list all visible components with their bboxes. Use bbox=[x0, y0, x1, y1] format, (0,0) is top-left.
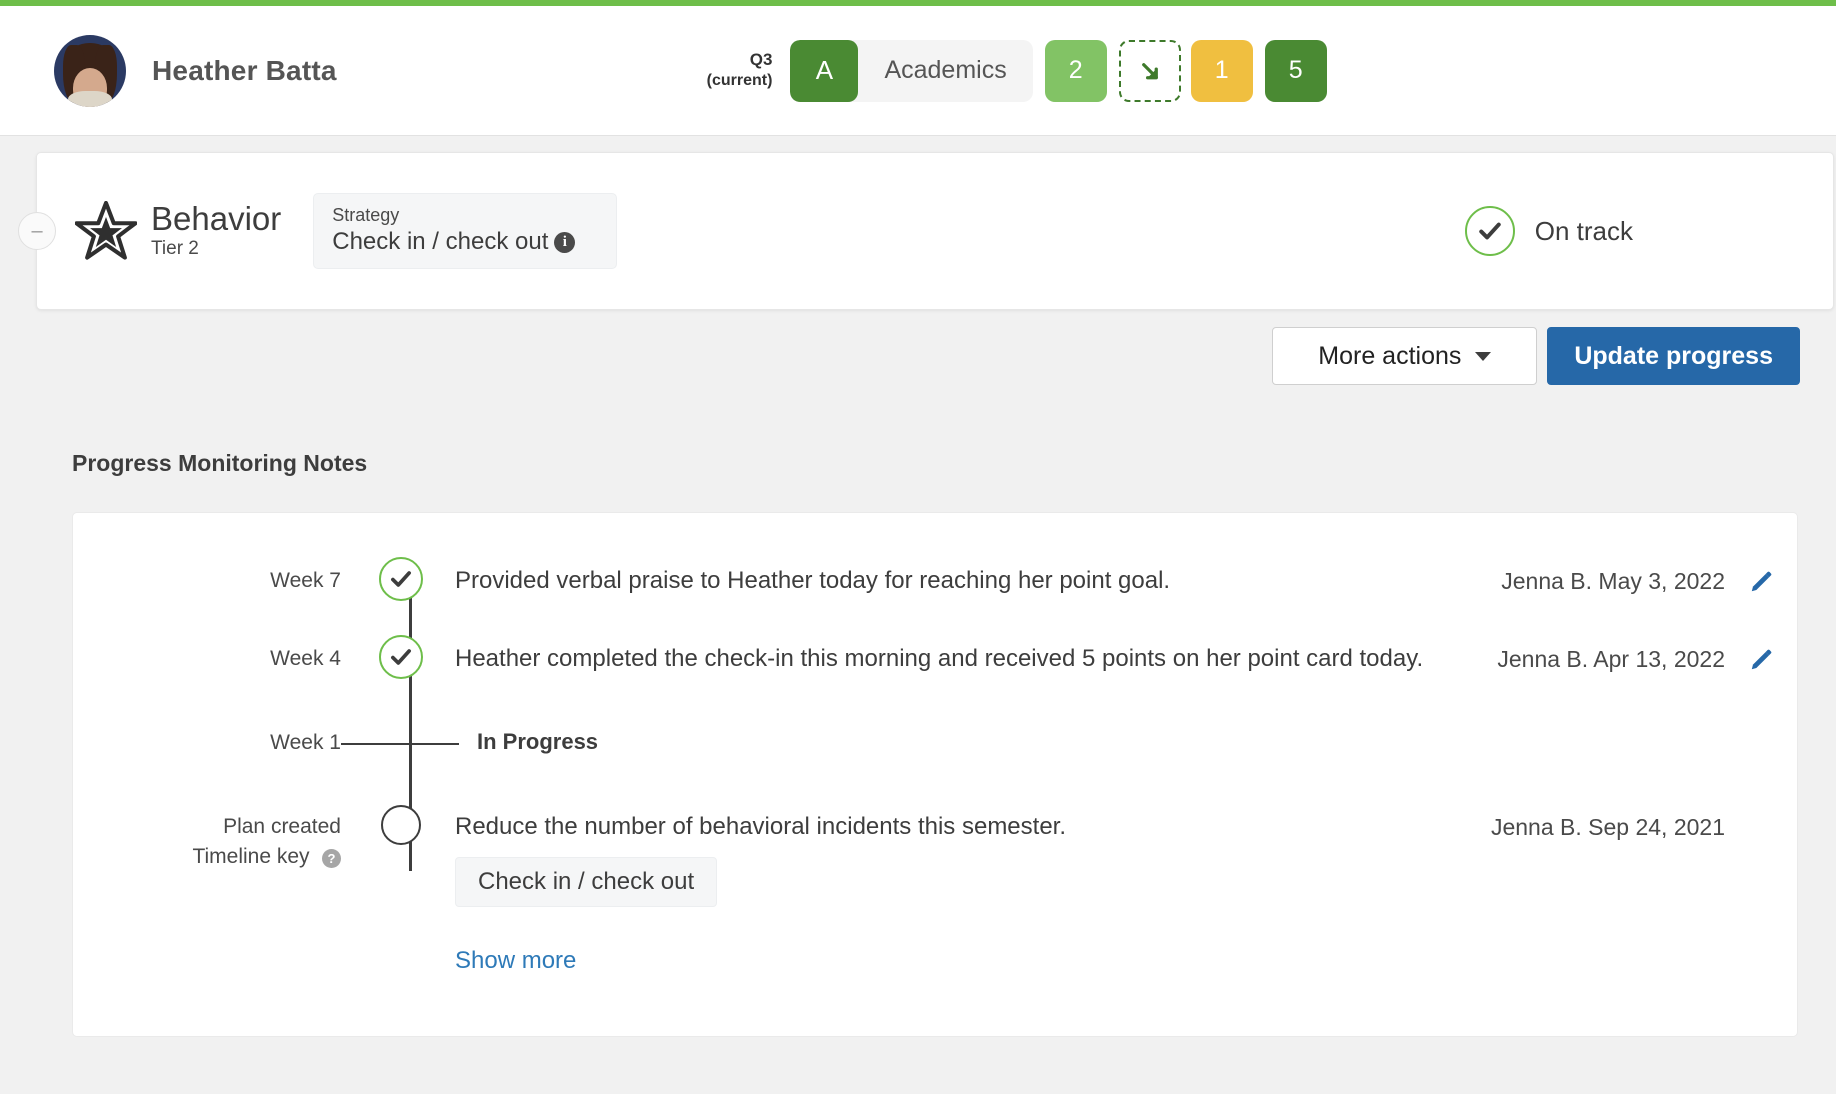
edit-note-button[interactable] bbox=[1725, 643, 1797, 673]
subject-name: Academics bbox=[884, 56, 1007, 84]
behavior-card-heading: Behavior Tier 2 Strategy Check in / chec… bbox=[75, 192, 618, 270]
timeline-note-text: Heather completed the check-in this morn… bbox=[455, 645, 1424, 672]
node-tick-mark bbox=[341, 727, 459, 761]
strategy-box[interactable]: Strategy Check in / check out i bbox=[313, 192, 618, 270]
student-name: Heather Batta bbox=[152, 54, 337, 86]
quarter-summary: Q3 (current) A Academics 2 1 5 bbox=[707, 39, 1327, 102]
summary-tile-behavior-count[interactable]: 2 bbox=[1044, 39, 1107, 102]
behavior-title-group: Behavior Tier 2 bbox=[151, 199, 282, 261]
progress-notes-card: Week 7 Provided verbal praise to Heather… bbox=[72, 512, 1798, 1037]
quarter-label: Q3 bbox=[749, 50, 773, 70]
timeline: Week 7 Provided verbal praise to Heather… bbox=[73, 513, 1797, 975]
timeline-node bbox=[363, 557, 439, 601]
double-star-icon bbox=[75, 200, 137, 260]
timeline-goal-text: Reduce the number of behavioral incident… bbox=[455, 813, 1067, 840]
chevron-down-icon bbox=[1475, 351, 1492, 361]
edit-note-button[interactable] bbox=[1725, 565, 1797, 595]
behavior-title: Behavior bbox=[151, 199, 282, 237]
timeline-row-label: Week 4 bbox=[270, 647, 341, 670]
timeline-row-body: Heather completed the check-in this morn… bbox=[439, 643, 1425, 675]
arrow-down-right-icon bbox=[1141, 62, 1158, 79]
check-icon bbox=[1479, 222, 1501, 240]
status-badge: On track bbox=[1464, 206, 1633, 256]
edit-placeholder bbox=[1725, 811, 1797, 815]
timeline-row: Week 1 In Progress bbox=[73, 727, 1797, 767]
timeline-note-meta bbox=[1425, 727, 1725, 730]
timeline-note-meta: Jenna B. May 3, 2022 bbox=[1501, 568, 1725, 594]
avatar bbox=[54, 34, 126, 107]
behavior-plan-card: – Behavior Tier 2 Strategy Check in / ch… bbox=[18, 152, 1834, 310]
timeline-node bbox=[363, 635, 439, 679]
quarter-current-label: (current) bbox=[706, 72, 773, 90]
strategy-value: Check in / check out bbox=[332, 228, 549, 256]
summary-tile-green-count[interactable]: 5 bbox=[1264, 39, 1327, 102]
summary-tile-trend-down[interactable] bbox=[1118, 39, 1181, 102]
subject-grade-value: A bbox=[790, 39, 859, 102]
node-hollow-circle-icon bbox=[381, 805, 421, 845]
info-icon[interactable]: i bbox=[554, 231, 576, 253]
more-actions-label: More actions bbox=[1318, 341, 1462, 370]
strategy-value-row: Check in / check out i bbox=[332, 228, 598, 256]
timeline-node bbox=[341, 727, 459, 761]
student-header: Heather Batta Q3 (current) A Academics 2… bbox=[0, 6, 1836, 136]
timeline-strategy-chip[interactable]: Check in / check out bbox=[455, 857, 718, 908]
status-label: On track bbox=[1534, 215, 1633, 246]
strategy-label: Strategy bbox=[332, 204, 400, 225]
action-toolbar: More actions Update progress bbox=[1272, 327, 1800, 385]
help-icon[interactable]: ? bbox=[322, 849, 341, 869]
timeline-row-body: In Progress bbox=[439, 727, 1425, 757]
timeline-status-text: In Progress bbox=[477, 729, 599, 754]
app-page: Heather Batta Q3 (current) A Academics 2… bbox=[0, 0, 1836, 1094]
timeline-row-label: Week 7 bbox=[270, 569, 341, 592]
timeline-note-meta: Jenna B. Apr 13, 2022 bbox=[1497, 646, 1725, 672]
quarter-indicator: Q3 (current) bbox=[707, 49, 773, 92]
timeline-key[interactable]: Timeline key ? bbox=[73, 845, 363, 869]
node-check-icon bbox=[379, 557, 423, 601]
timeline-note-meta: Jenna B. Sep 24, 2021 bbox=[1490, 814, 1725, 840]
student-identity: Heather Batta bbox=[54, 34, 337, 107]
show-more-link[interactable]: Show more bbox=[455, 947, 576, 974]
timeline-row-label: Plan created bbox=[223, 815, 341, 838]
check-icon bbox=[391, 571, 411, 587]
timeline-row-body: Provided verbal praise to Heather today … bbox=[439, 565, 1425, 597]
minus-icon: – bbox=[31, 219, 43, 242]
timeline-row-body: Reduce the number of behavioral incident… bbox=[439, 811, 1425, 975]
behavior-tier: Tier 2 bbox=[151, 238, 199, 260]
subject-grade-pill[interactable]: A Academics bbox=[790, 39, 1033, 102]
timeline-note-text: Provided verbal praise to Heather today … bbox=[455, 567, 1171, 594]
update-progress-button[interactable]: Update progress bbox=[1547, 327, 1800, 385]
node-check-icon bbox=[379, 635, 423, 679]
timeline-row: Week 4 Heather completed the check-in th… bbox=[73, 635, 1797, 683]
pencil-icon bbox=[1751, 649, 1772, 670]
timeline-node bbox=[363, 805, 439, 845]
timeline-key-label: Timeline key bbox=[192, 845, 310, 868]
notes-section-title: Progress Monitoring Notes bbox=[72, 450, 368, 476]
timeline-row: Week 7 Provided verbal praise to Heather… bbox=[73, 557, 1797, 605]
check-icon bbox=[391, 649, 411, 665]
status-check-circle-icon bbox=[1464, 206, 1515, 256]
summary-tile-amber-count[interactable]: 1 bbox=[1190, 39, 1253, 102]
edit-placeholder bbox=[1725, 727, 1797, 731]
timeline-row: Plan created Reduce the number of behavi… bbox=[73, 805, 1797, 975]
more-actions-button[interactable]: More actions bbox=[1272, 327, 1538, 385]
collapse-card-button[interactable]: – bbox=[18, 212, 56, 250]
timeline-row-label: Week 1 bbox=[270, 731, 341, 754]
pencil-icon bbox=[1751, 571, 1772, 592]
